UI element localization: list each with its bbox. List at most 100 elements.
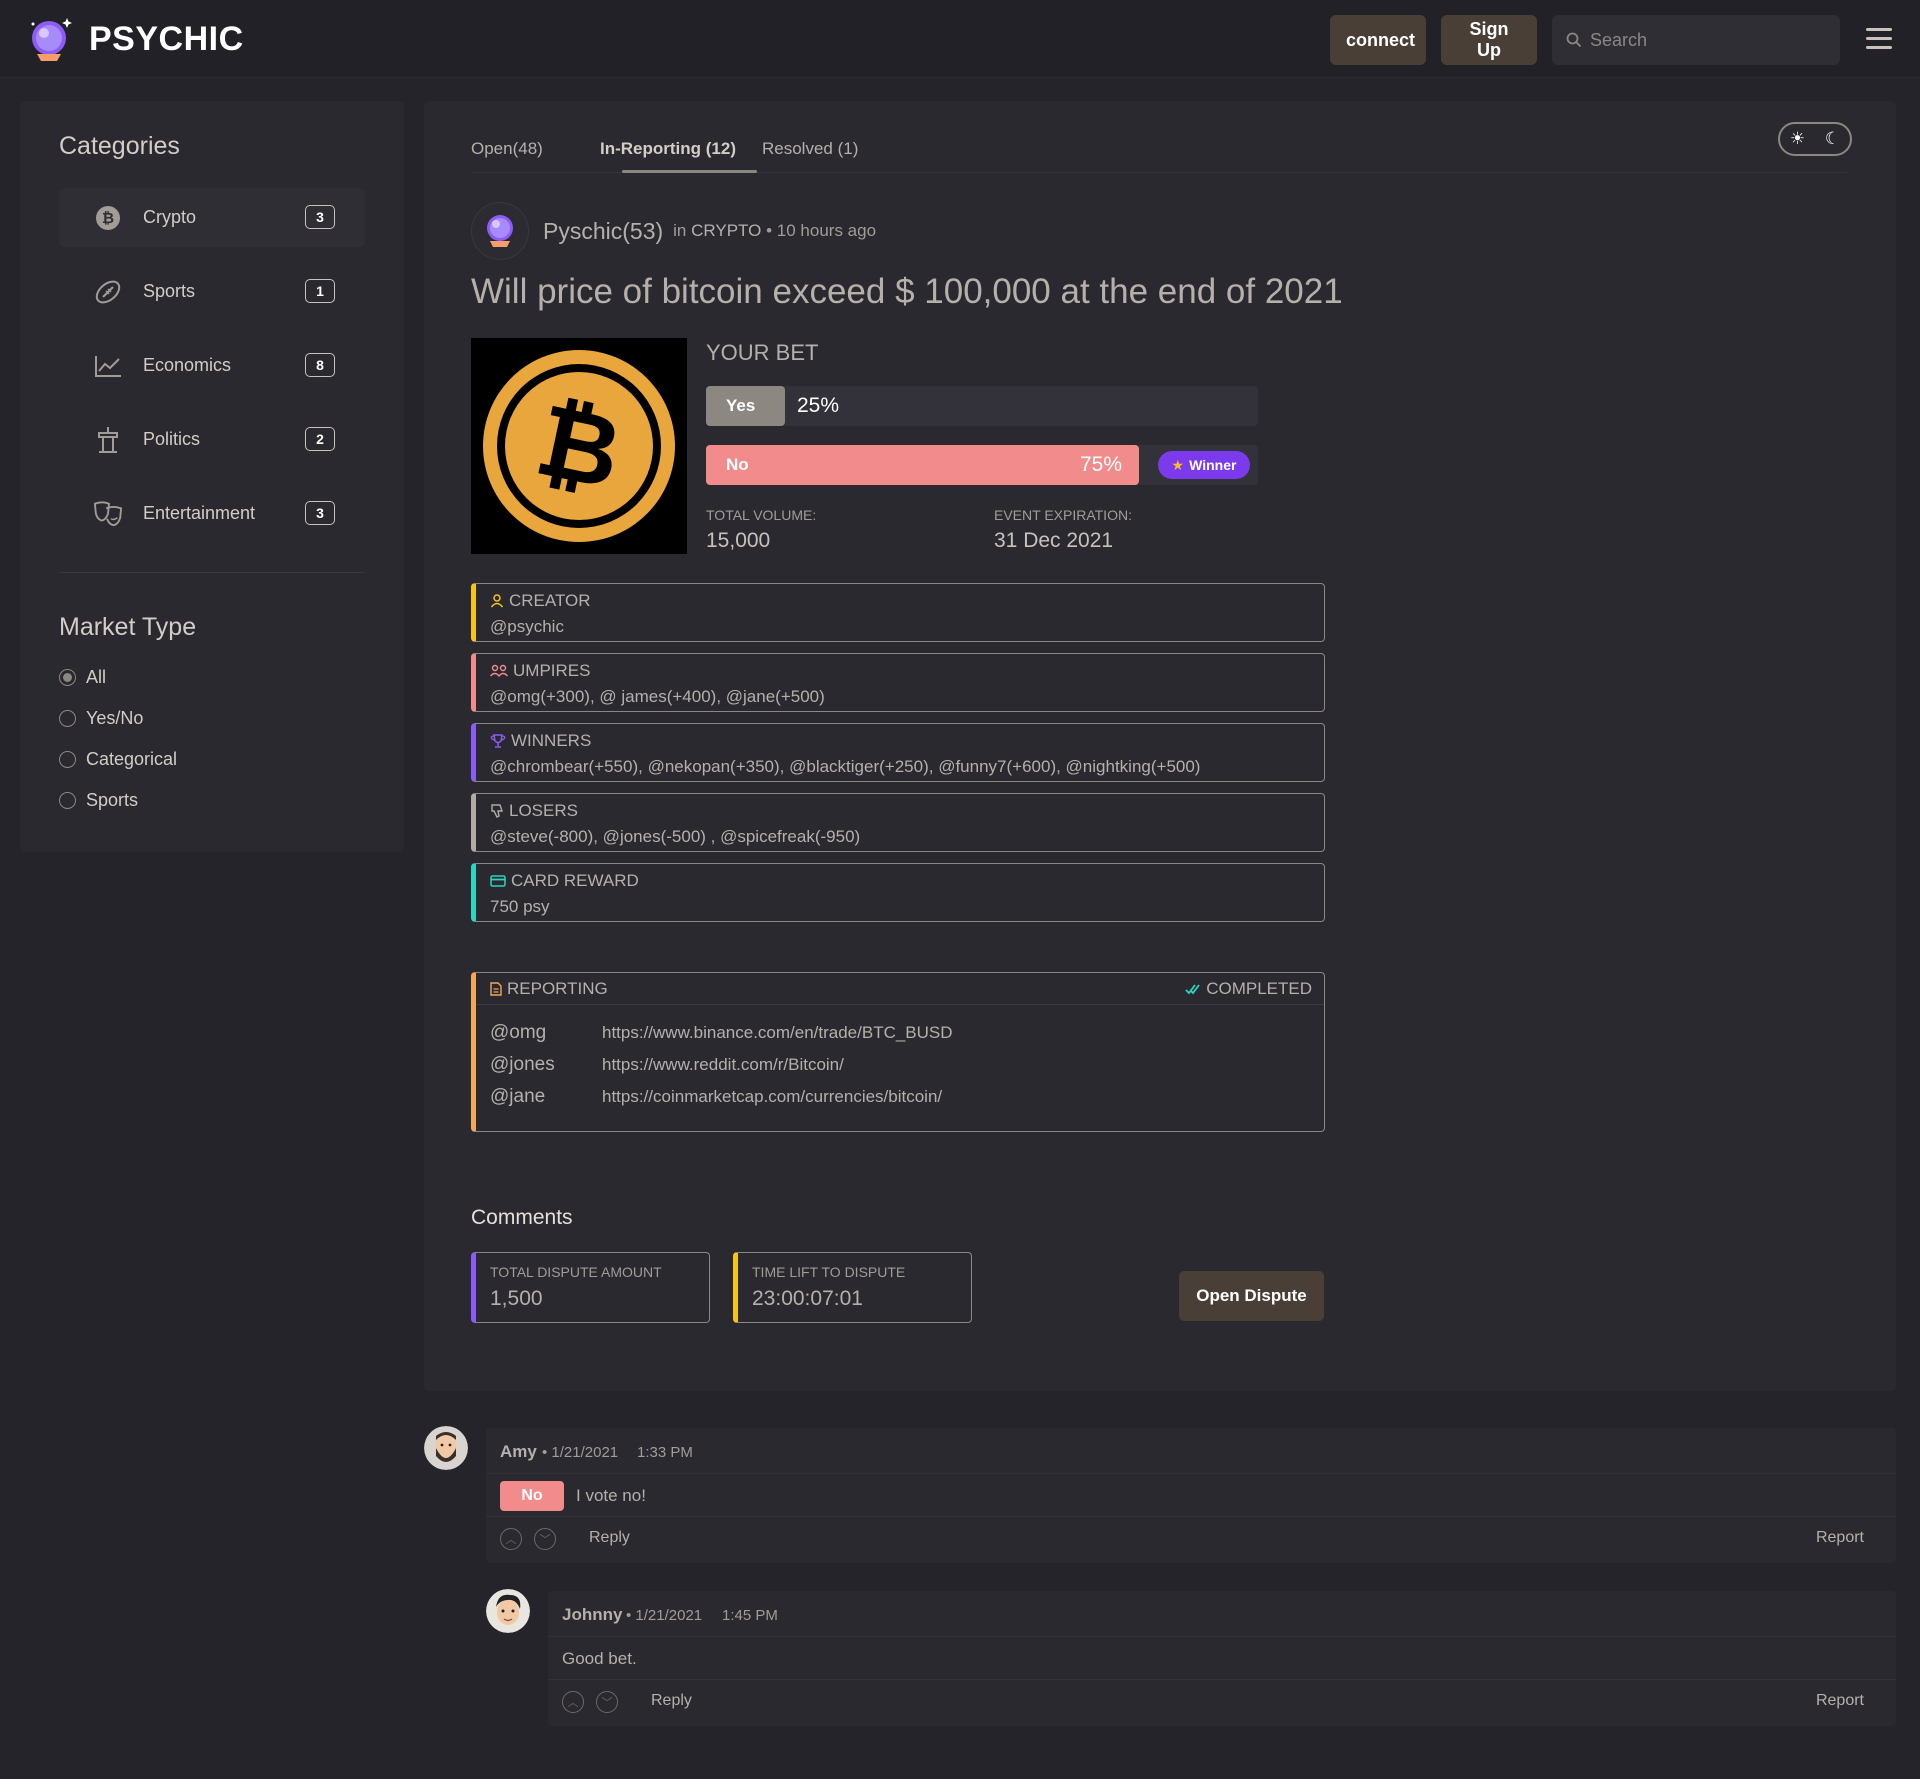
yes-bet-bar[interactable]: Yes 25% [706, 386, 1258, 426]
no-bet-bar[interactable]: No 75% ★ Winner [706, 445, 1258, 485]
sidebar-item-sports[interactable]: Sports 1 [59, 262, 365, 321]
reporter-link[interactable]: https://coinmarketcap.com/currencies/bit… [602, 1087, 942, 1107]
count-badge: 8 [305, 353, 335, 377]
count-badge: 3 [305, 501, 335, 525]
man-avatar-icon [486, 1589, 530, 1633]
radio-label: Yes/No [86, 708, 144, 728]
author-name[interactable]: Pyschic(53) [543, 218, 663, 245]
post-category[interactable]: CRYPTO [691, 221, 761, 240]
total-dispute-box: TOTAL DISPUTE AMOUNT 1,500 [471, 1252, 710, 1323]
losers-value[interactable]: @steve(-800), @jones(-500) , @spicefreak… [490, 827, 860, 847]
sidebar-item-entertainment[interactable]: Entertainment 3 [59, 484, 365, 543]
time-left-box: TIME LIFT TO DISPUTE 23:00:07:01 [733, 1252, 972, 1323]
creator-value[interactable]: @psychic [490, 617, 564, 637]
comment-author[interactable]: Amy [500, 1442, 537, 1462]
upvote-icon[interactable]: ︿ [500, 1528, 522, 1550]
search-input[interactable] [1590, 29, 1820, 51]
reporting-card: REPORTING COMPLETED @omg https://www.bin… [471, 972, 1325, 1132]
open-dispute-button[interactable]: Open Dispute [1179, 1271, 1324, 1321]
moon-icon: ☾ [1824, 129, 1841, 148]
radio-button[interactable] [59, 751, 76, 768]
avatar[interactable] [486, 1589, 530, 1633]
reply-button[interactable]: Reply [651, 1692, 692, 1710]
chart-icon [93, 351, 123, 381]
yes-label: Yes [726, 396, 756, 415]
author-avatar[interactable] [471, 202, 529, 260]
yes-percent: 25% [797, 394, 840, 417]
categories-title: Categories [59, 132, 180, 160]
tab-in-reporting[interactable]: In-Reporting (12) [600, 139, 736, 159]
reporter-link[interactable]: https://www.reddit.com/r/Bitcoin/ [602, 1055, 844, 1075]
card-reward-card: CARD REWARD 750 psy [471, 863, 1325, 922]
comment-header: Johnny • 1/21/2021 1:45 PM [548, 1591, 1896, 1637]
theater-masks-icon [93, 499, 123, 529]
radio-label: All [86, 667, 107, 687]
bitcoin-coin-icon: ₿ [483, 350, 675, 542]
event-expiration-value: 31 Dec 2021 [994, 529, 1114, 552]
meta-separator: • [766, 221, 773, 240]
reporting-header: REPORTING COMPLETED [476, 973, 1324, 1005]
menu-icon[interactable] [1866, 28, 1892, 50]
radio-label: Sports [86, 790, 139, 810]
sidebar-item-economics[interactable]: Economics 8 [59, 336, 365, 395]
comment-text: Good bet. [562, 1649, 637, 1668]
your-bet-label: YOUR BET [706, 340, 819, 365]
thumbs-down-icon [491, 804, 503, 818]
comment-text: I vote no! [576, 1486, 646, 1505]
report-button[interactable]: Report [1816, 1692, 1864, 1710]
comment-date-value: 1/21/2021 [551, 1444, 619, 1461]
losers-card: LOSERS @steve(-800), @jones(-500) , @spi… [471, 793, 1325, 852]
tab-open[interactable]: Open(48) [471, 139, 543, 159]
total-volume-label: TOTAL VOLUME: [706, 507, 817, 523]
market-type-title: Market Type [59, 613, 197, 641]
market-type-all[interactable]: All [59, 667, 106, 688]
sidebar-item-crypto[interactable]: ₿ Crypto 3 [59, 188, 365, 247]
sidebar: Categories ₿ Crypto 3 Sports 1 Economics… [20, 101, 404, 852]
market-type-sports[interactable]: Sports [59, 790, 138, 811]
comment-card: Johnny • 1/21/2021 1:45 PM Good bet. ︿ ﹀… [548, 1591, 1896, 1726]
umpires-card: UMPIRES @omg(+300), @ james(+400), @jane… [471, 653, 1325, 712]
umpires-value[interactable]: @omg(+300), @ james(+400), @jane(+500) [490, 687, 825, 707]
winners-value[interactable]: @chrombear(+550), @nekopan(+350), @black… [490, 757, 1200, 777]
report-button[interactable]: Report [1816, 1529, 1864, 1547]
brand-logo[interactable]: PSYCHIC [27, 14, 244, 64]
radio-button[interactable] [59, 710, 76, 727]
losers-title: LOSERS [509, 801, 578, 820]
reporting-title-group: REPORTING [490, 979, 608, 999]
document-icon [490, 982, 502, 996]
crystal-ball-icon [487, 215, 513, 247]
card-reward-value: 750 psy [490, 897, 550, 916]
downvote-icon[interactable]: ﹀ [596, 1691, 618, 1713]
connect-button[interactable]: connect [1330, 15, 1426, 65]
theme-toggle[interactable]: ☀ ☾ [1778, 122, 1852, 156]
downvote-icon[interactable]: ﹀ [534, 1528, 556, 1550]
no-percent: 75% [1080, 453, 1123, 476]
reporter-link[interactable]: https://www.binance.com/en/trade/BTC_BUS… [602, 1023, 953, 1043]
winners-title: WINNERS [511, 731, 592, 750]
sidebar-item-label: Crypto [143, 207, 197, 227]
upvote-icon[interactable]: ︿ [562, 1691, 584, 1713]
creator-title: CREATOR [509, 591, 591, 610]
card-title: CREATOR [490, 591, 591, 611]
reporter-user[interactable]: @jane [490, 1086, 545, 1108]
market-type-categorical[interactable]: Categorical [59, 749, 177, 770]
card-title: LOSERS [490, 801, 578, 821]
reply-button[interactable]: Reply [589, 1529, 630, 1547]
market-image: ₿ [471, 338, 687, 554]
tab-resolved[interactable]: Resolved (1) [762, 139, 858, 159]
sign-up-button[interactable]: Sign Up [1441, 15, 1537, 65]
comment-author[interactable]: Johnny [562, 1605, 622, 1625]
radio-label: Categorical [86, 749, 178, 769]
search-icon [1566, 32, 1582, 48]
comment-time: 1:33 PM [637, 1444, 693, 1461]
radio-button[interactable] [59, 669, 76, 686]
sidebar-item-politics[interactable]: Politics 2 [59, 410, 365, 469]
brand-name: PSYCHIC [89, 19, 244, 58]
avatar[interactable] [424, 1426, 468, 1470]
umpires-title: UMPIRES [513, 661, 591, 680]
radio-button[interactable] [59, 792, 76, 809]
market-type-yes-no[interactable]: Yes/No [59, 708, 143, 729]
comment-date: • 1/21/2021 [626, 1607, 703, 1624]
reporter-user[interactable]: @omg [490, 1022, 546, 1044]
reporter-user[interactable]: @jones [490, 1054, 555, 1076]
